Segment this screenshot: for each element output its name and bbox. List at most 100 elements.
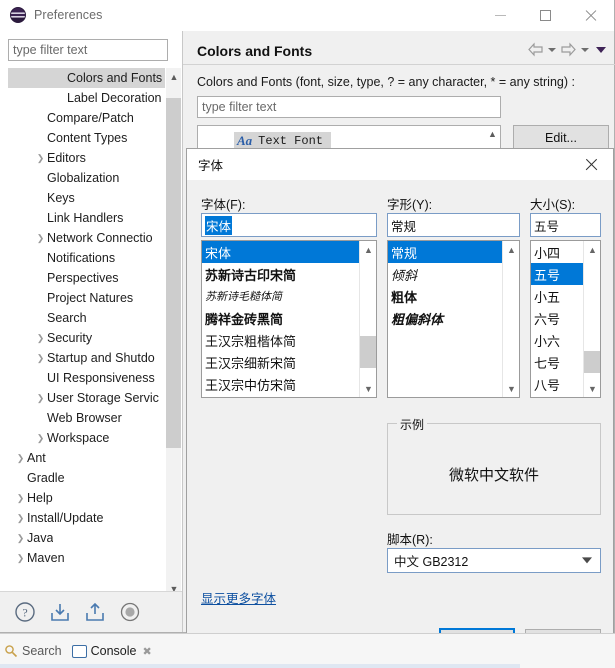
- import-icon[interactable]: [49, 601, 71, 623]
- tab-search[interactable]: Search: [2, 644, 64, 658]
- font-list-item[interactable]: 宋体: [202, 241, 360, 263]
- chevron-right-icon[interactable]: ❯: [34, 153, 47, 163]
- size-list-item[interactable]: 六号: [531, 307, 584, 329]
- forward-dropdown-icon[interactable]: [581, 47, 589, 52]
- style-list-item[interactable]: 倾斜: [388, 263, 503, 285]
- font-style-input[interactable]: 常规: [387, 213, 520, 237]
- font-list-scrollbar[interactable]: ▲ ▼: [359, 241, 376, 397]
- chevron-right-icon[interactable]: ❯: [14, 533, 27, 543]
- size-list-item[interactable]: 八号: [531, 373, 584, 395]
- sidebar-item-web-browser[interactable]: Web Browser: [8, 408, 165, 428]
- style-list-item[interactable]: 常规: [388, 241, 503, 263]
- sidebar-item-ant[interactable]: ❯ Ant: [8, 448, 165, 468]
- font-name-input[interactable]: 宋体: [201, 213, 377, 237]
- scroll-up-icon[interactable]: ▲: [503, 241, 519, 258]
- sidebar-item-startup-and-shutdo[interactable]: ❯ Startup and Shutdo: [8, 348, 165, 368]
- sidebar-item-project-natures[interactable]: Project Natures: [8, 288, 165, 308]
- sidebar-item-network-connectio[interactable]: ❯ Network Connectio: [8, 228, 165, 248]
- back-dropdown-icon[interactable]: [548, 47, 556, 52]
- close-button[interactable]: [568, 0, 613, 30]
- scrollbar-thumb[interactable]: [360, 336, 376, 368]
- sidebar-item-link-handlers[interactable]: Link Handlers: [8, 208, 165, 228]
- sidebar-item-compare-patch[interactable]: Compare/Patch: [8, 108, 165, 128]
- restore-defaults-icon[interactable]: [119, 601, 141, 623]
- scroll-up-icon[interactable]: ▲: [584, 241, 600, 258]
- sidebar-item-install-update[interactable]: ❯ Install/Update: [8, 508, 165, 528]
- sidebar-item-gradle[interactable]: Gradle: [8, 468, 165, 488]
- size-list-item[interactable]: 小五: [531, 285, 584, 307]
- font-style-list[interactable]: 常规 倾斜 粗体 粗偏斜体 ▲ ▼: [387, 240, 520, 398]
- scroll-up-icon[interactable]: ▲: [360, 241, 376, 258]
- sidebar-item-security[interactable]: ❯ Security: [8, 328, 165, 348]
- chevron-right-icon[interactable]: ❯: [34, 433, 47, 443]
- tab-console[interactable]: Console ✖: [70, 644, 154, 658]
- sidebar-item-help[interactable]: ❯ Help: [8, 488, 165, 508]
- maximize-button[interactable]: [523, 0, 568, 30]
- size-list-scrollbar[interactable]: ▲ ▼: [583, 241, 600, 397]
- sidebar-item-ui-responsiveness[interactable]: UI Responsiveness: [8, 368, 165, 388]
- sidebar-item-perspectives[interactable]: Perspectives: [8, 268, 165, 288]
- size-list-item[interactable]: 七号: [531, 351, 584, 373]
- show-more-fonts-link[interactable]: 显示更多字体: [201, 588, 276, 607]
- font-list-item[interactable]: 王汉宗中仿宋简: [202, 373, 360, 395]
- tab-close-icon[interactable]: ✖: [142, 645, 151, 658]
- size-list-item-label: 六号: [534, 311, 561, 327]
- sidebar-item-keys[interactable]: Keys: [8, 188, 165, 208]
- chevron-right-icon[interactable]: ❯: [14, 453, 27, 463]
- font-family-list[interactable]: 宋体 苏新诗古印宋简 苏新诗毛糙体简 腾祥金砖黑简 王汉宗粗楷体简 王汉宗细新宋简 王汉宗中…: [201, 240, 377, 398]
- view-menu-icon[interactable]: [596, 46, 606, 53]
- font-list-item[interactable]: 苏新诗古印宋简: [202, 263, 360, 285]
- style-list-item[interactable]: 粗偏斜体: [388, 307, 503, 329]
- minimize-button[interactable]: [478, 0, 523, 30]
- chevron-right-icon[interactable]: ❯: [14, 553, 27, 563]
- sidebar-item-search[interactable]: Search: [8, 308, 165, 328]
- close-icon[interactable]: [569, 149, 613, 180]
- sidebar-item-java[interactable]: ❯ Java: [8, 528, 165, 548]
- sidebar-item-label-decoration[interactable]: Label Decoration: [8, 88, 165, 108]
- colors-fonts-filter-input[interactable]: [197, 96, 501, 118]
- sidebar-item-label: Colors and Fonts: [67, 71, 163, 85]
- script-label: 脚本(R):: [387, 533, 433, 547]
- scroll-down-icon[interactable]: ▼: [584, 380, 600, 397]
- scroll-down-icon[interactable]: ▼: [503, 380, 519, 397]
- sidebar-item-colors-and-fonts[interactable]: Colors and Fonts: [8, 68, 165, 88]
- chevron-right-icon[interactable]: ❯: [34, 333, 47, 343]
- sidebar-item-content-types[interactable]: Content Types: [8, 128, 165, 148]
- font-dialog-body: 字体(F): 字形(Y): 大小(S): 宋体 常规 五号 宋体 苏新诗古印宋简苏…: [187, 180, 613, 667]
- sidebar-item-editors[interactable]: ❯ Editors: [8, 148, 165, 168]
- font-list-item[interactable]: 苏新诗毛糙体简: [202, 285, 360, 307]
- back-arrow-icon[interactable]: [527, 42, 544, 57]
- chevron-right-icon[interactable]: ❯: [14, 513, 27, 523]
- size-list-item-label: 八号: [534, 377, 561, 393]
- chevron-right-icon[interactable]: ❯: [34, 393, 47, 403]
- sidebar-item-user-storage-servic[interactable]: ❯ User Storage Servic: [8, 388, 165, 408]
- chevron-right-icon[interactable]: ❯: [34, 233, 47, 243]
- size-list-item[interactable]: 小六: [531, 329, 584, 351]
- script-select[interactable]: 中文 GB2312: [387, 548, 601, 573]
- sidebar-item-globalization[interactable]: Globalization: [8, 168, 165, 188]
- sidebar-item-maven[interactable]: ❯ Maven: [8, 548, 165, 568]
- sidebar-filter-input[interactable]: [8, 39, 168, 61]
- chevron-down-icon: [582, 556, 592, 563]
- chevron-right-icon[interactable]: ❯: [34, 353, 47, 363]
- font-size-list[interactable]: 小四 五号 小五六号小六 七号八号 ▲ ▼: [530, 240, 601, 398]
- forward-arrow-icon[interactable]: [560, 42, 577, 57]
- sidebar-item-workspace[interactable]: ❯ Workspace: [8, 428, 165, 448]
- scroll-up-icon[interactable]: ▲: [166, 68, 181, 85]
- font-list-item[interactable]: 王汉宗细新宋简: [202, 351, 360, 373]
- tree-vertical-scrollbar[interactable]: ▲ ▼: [165, 68, 181, 597]
- scroll-down-icon[interactable]: ▼: [360, 380, 376, 397]
- style-list-scrollbar[interactable]: ▲ ▼: [502, 241, 519, 397]
- style-list-item[interactable]: 粗体: [388, 285, 503, 307]
- scrollbar-thumb[interactable]: [584, 351, 600, 373]
- size-list-item[interactable]: 小四: [531, 241, 584, 263]
- size-list-item[interactable]: 五号: [531, 263, 584, 285]
- export-icon[interactable]: [84, 601, 106, 623]
- sidebar-item-notifications[interactable]: Notifications: [8, 248, 165, 268]
- font-list-item[interactable]: 腾祥金砖黑简: [202, 307, 360, 329]
- help-icon[interactable]: ?: [14, 601, 36, 623]
- font-size-input[interactable]: 五号: [530, 213, 601, 237]
- chevron-right-icon[interactable]: ❯: [14, 493, 27, 503]
- scrollbar-thumb[interactable]: [166, 98, 181, 448]
- font-list-item[interactable]: 王汉宗粗楷体简: [202, 329, 360, 351]
